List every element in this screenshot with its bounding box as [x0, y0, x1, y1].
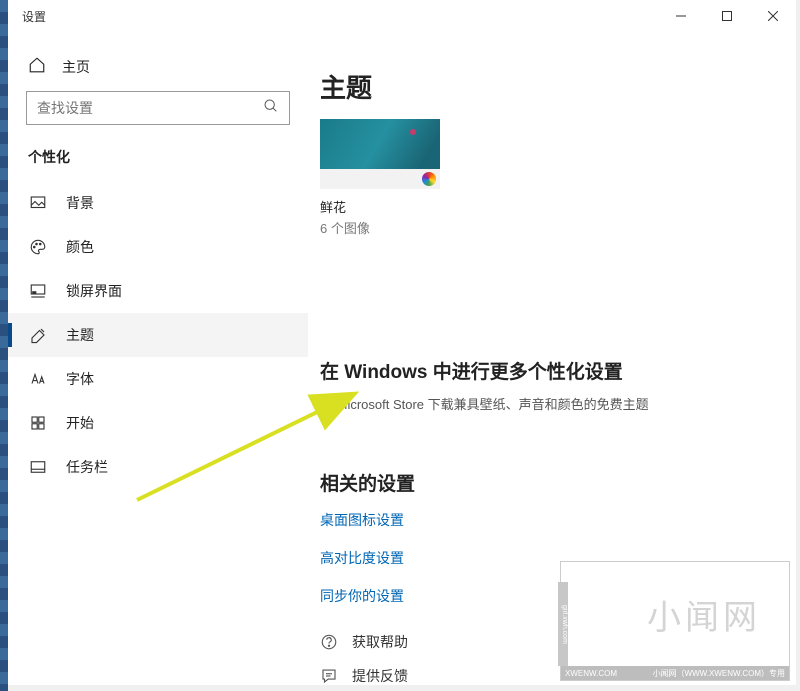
home-icon: [28, 56, 46, 77]
window-title: 设置: [22, 8, 46, 25]
maximize-button[interactable]: [704, 0, 750, 32]
window-controls: [658, 0, 796, 32]
theme-name: 鲜花: [320, 197, 766, 216]
font-icon: [28, 369, 48, 389]
grid-icon: [28, 413, 48, 433]
titlebar: 设置: [8, 0, 796, 32]
color-wheel-icon: [422, 172, 436, 186]
more-personalization-title: 在 Windows 中进行更多个性化设置: [320, 357, 766, 384]
palette-icon: [28, 237, 48, 257]
close-button[interactable]: [750, 0, 796, 32]
picture-icon: [28, 193, 48, 213]
link-desktop-icon-settings[interactable]: 桌面图标设置: [320, 510, 766, 530]
nav-fonts[interactable]: 字体: [8, 357, 308, 401]
theme-taskbar-preview: [320, 169, 440, 189]
nav-label: 主题: [66, 325, 94, 345]
watermark-bar: XWENW.COM 小闻网（WWW.XWENW.COM）专用: [561, 666, 789, 680]
nav-label: 颜色: [66, 237, 94, 257]
nav-label: 任务栏: [66, 457, 108, 477]
watermark-text: 小闻网: [647, 590, 761, 639]
watermark-side: girl.xwh.com: [558, 582, 568, 666]
monitor-icon: [28, 281, 48, 301]
nav-label: 锁屏界面: [66, 281, 122, 301]
nav-label: 字体: [66, 369, 94, 389]
search-icon: [263, 98, 279, 119]
theme-accent-dot: [410, 129, 416, 135]
nav-lockscreen[interactable]: 锁屏界面: [8, 269, 308, 313]
help-icon: [320, 633, 338, 651]
search-input[interactable]: [37, 100, 263, 116]
page-title: 主题: [320, 68, 766, 105]
nav-label: 开始: [66, 413, 94, 433]
home-link[interactable]: 主页: [8, 50, 308, 91]
watermark-bar-right: 小闻网（WWW.XWENW.COM）专用: [653, 668, 785, 679]
home-label: 主页: [62, 57, 90, 77]
give-feedback-label: 提供反馈: [352, 666, 408, 685]
watermark-overlay: girl.xwh.com 小闻网 XWENW.COM 小闻网（WWW.XWENW…: [560, 561, 790, 681]
taskbar-icon: [28, 457, 48, 477]
external-edge: [0, 0, 8, 691]
minimize-button[interactable]: [658, 0, 704, 32]
nav-background[interactable]: 背景: [8, 181, 308, 225]
nav-taskbar[interactable]: 任务栏: [8, 445, 308, 489]
nav-label: 背景: [66, 193, 94, 213]
related-settings-title: 相关的设置: [320, 469, 766, 496]
nav-themes[interactable]: 主题: [8, 313, 308, 357]
nav-colors[interactable]: 颜色: [8, 225, 308, 269]
brush-icon: [28, 325, 48, 345]
nav-list: 背景 颜色 锁屏界面: [8, 181, 308, 489]
more-personalization-sub: 从 Microsoft Store 下载兼具壁纸、声音和颜色的免费主题: [320, 394, 766, 413]
theme-thumbnail[interactable]: [320, 119, 440, 189]
nav-start[interactable]: 开始: [8, 401, 308, 445]
theme-image-count: 6 个图像: [320, 218, 766, 237]
get-help-label: 获取帮助: [352, 632, 408, 652]
search-box[interactable]: [26, 91, 290, 125]
watermark-bar-left: XWENW.COM: [565, 669, 617, 678]
feedback-icon: [320, 667, 338, 685]
sidebar: 主页 个性化 背景: [8, 32, 308, 685]
category-title: 个性化: [8, 143, 308, 181]
